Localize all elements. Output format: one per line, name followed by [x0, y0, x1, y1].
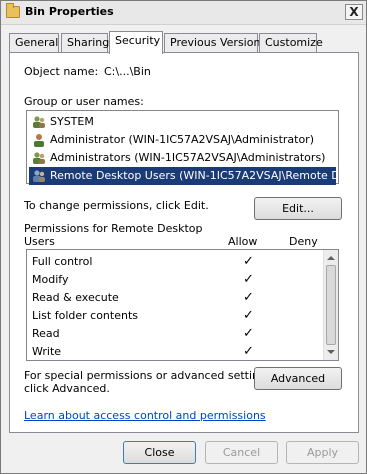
permissions-label: Permissions for Remote Desktop	[24, 222, 203, 235]
permission-row: Read & execute	[32, 289, 119, 307]
cancel-button[interactable]: Cancel	[205, 441, 278, 464]
advanced-button[interactable]: Advanced	[254, 367, 342, 390]
permissions-scrollbar[interactable]	[323, 250, 338, 360]
list-item[interactable]: Administrator (WIN-1IC57A2VSAJ\Administr…	[29, 131, 336, 149]
learn-more-link[interactable]: Learn about access control and permissio…	[24, 409, 266, 422]
scroll-thumb[interactable]	[326, 265, 336, 345]
user-icon	[34, 134, 44, 147]
allow-checkmark: ✓	[243, 344, 254, 359]
tab-customize[interactable]: Customize	[259, 33, 323, 53]
tab-sharing[interactable]: Sharing	[61, 33, 109, 53]
permission-row: Modify	[32, 271, 68, 289]
group-user-list[interactable]: SYSTEM Administrator (WIN-1IC57A2VSAJ\Ad…	[26, 110, 339, 185]
tab-general[interactable]: General	[9, 33, 59, 53]
list-item-label: Remote Desktop Users (WIN-1IC57A2VSAJ\Re…	[50, 169, 336, 182]
group-names-label: Group or user names:	[24, 95, 144, 108]
edit-button[interactable]: Edit...	[254, 197, 342, 220]
list-item-label: SYSTEM	[50, 115, 94, 128]
close-window-button[interactable]: X	[345, 4, 363, 20]
list-item[interactable]: Administrators (WIN-1IC57A2VSAJ\Administ…	[29, 149, 336, 167]
list-item-label: Administrator (WIN-1IC57A2VSAJ\Administr…	[50, 133, 314, 146]
window-title: Bin Properties	[25, 5, 114, 18]
scroll-up-icon[interactable]	[327, 256, 335, 260]
permission-name: Read & execute	[32, 291, 119, 304]
permission-name: Modify	[32, 273, 69, 286]
change-permissions-hint: To change permissions, click Edit.	[24, 199, 209, 212]
folder-icon	[6, 3, 20, 18]
special-permissions-hint: For special permissions or advanced sett…	[24, 369, 276, 382]
close-button[interactable]: Close	[123, 441, 196, 464]
allow-checkmark: ✓	[243, 272, 254, 287]
permission-row: Write	[32, 343, 61, 361]
users-group-icon	[33, 152, 45, 164]
allow-header: Allow	[228, 235, 258, 248]
list-item-label: Administrators (WIN-1IC57A2VSAJ\Administ…	[50, 151, 326, 164]
permission-row: Full control	[32, 253, 92, 271]
title-bar[interactable]: Bin Properties X	[1, 1, 366, 25]
users-group-icon	[33, 116, 45, 128]
object-name-value: C:\...\Bin	[104, 65, 151, 78]
tab-strip: General Sharing Security Previous Versio…	[9, 31, 359, 54]
apply-button[interactable]: Apply	[286, 441, 359, 464]
security-panel: Object name: C:\...\Bin Group or user na…	[9, 52, 359, 433]
allow-checkmark: ✓	[243, 326, 254, 341]
permissions-label-users: Users	[24, 235, 55, 248]
allow-checkmark: ✓	[243, 308, 254, 323]
object-name-label: Object name:	[24, 65, 99, 78]
allow-checkmark: ✓	[243, 254, 254, 269]
permissions-table: Full control ✓ Modify ✓ Read & execute ✓…	[26, 249, 339, 361]
list-item-selected[interactable]: Remote Desktop Users (WIN-1IC57A2VSAJ\Re…	[29, 167, 336, 185]
properties-dialog: Bin Properties X General Sharing Securit…	[0, 0, 367, 474]
tab-previous-versions[interactable]: Previous Versions	[164, 33, 266, 53]
permission-row: List folder contents	[32, 307, 138, 325]
scroll-down-icon[interactable]	[327, 350, 335, 354]
permission-name: List folder contents	[32, 309, 138, 322]
users-group-icon	[33, 170, 45, 182]
deny-header: Deny	[289, 235, 318, 248]
permission-row: Read	[32, 325, 60, 343]
list-item[interactable]: SYSTEM	[29, 113, 336, 131]
tab-security[interactable]: Security	[109, 31, 163, 54]
permission-name: Read	[32, 327, 60, 340]
permission-name: Write	[32, 345, 62, 358]
allow-checkmark: ✓	[243, 290, 254, 305]
permission-name: Full control	[32, 255, 93, 268]
special-permissions-hint-2: click Advanced.	[24, 382, 110, 395]
